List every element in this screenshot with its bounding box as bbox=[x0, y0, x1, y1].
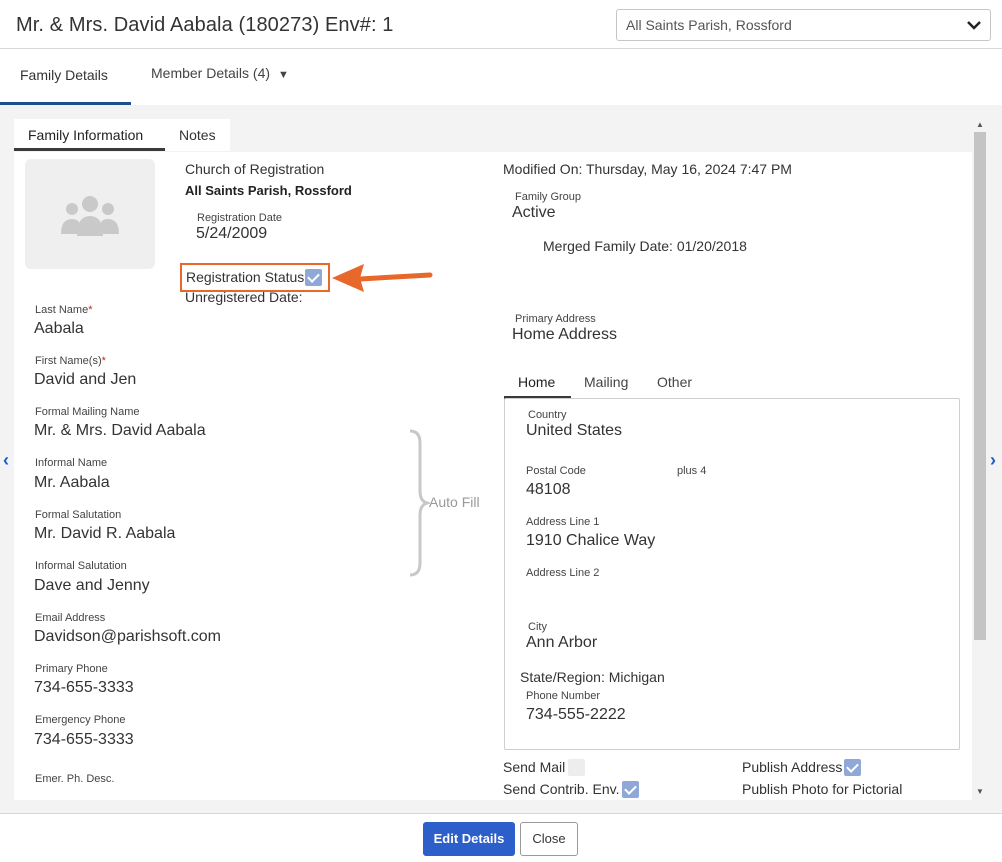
parish-select[interactable]: All Saints Parish, Rossford bbox=[616, 9, 991, 41]
close-button[interactable]: Close bbox=[520, 822, 578, 856]
publish-photo-label: Publish Photo for Pictorial bbox=[742, 781, 903, 797]
send-mail-label: Send Mail bbox=[503, 759, 566, 775]
unregistered-date-label: Unregistered Date: bbox=[185, 289, 303, 305]
registration-date-label: Registration Date bbox=[197, 212, 282, 224]
country-label: Country bbox=[528, 409, 567, 421]
publish-address-checkbox[interactable] bbox=[844, 759, 861, 776]
caret-down-icon: ▼ bbox=[278, 69, 289, 81]
city-label: City bbox=[528, 621, 547, 633]
dialog-header: Mr. & Mrs. David Aabala (180273) Env#: 1… bbox=[0, 0, 1002, 49]
tab-family-details[interactable]: Family Details bbox=[0, 49, 131, 105]
address-line1-value: 1910 Chalice Way bbox=[526, 532, 656, 549]
plus4-label: plus 4 bbox=[677, 465, 707, 477]
emergency-phone-label: Emergency Phone bbox=[35, 714, 126, 726]
address-line1-label: Address Line 1 bbox=[526, 516, 600, 528]
primary-phone-label: Primary Phone bbox=[35, 663, 108, 675]
family-group-icon bbox=[61, 196, 119, 236]
tab-family-details-label: Family Details bbox=[20, 67, 108, 83]
church-label: Church of Registration bbox=[185, 161, 325, 177]
auto-fill-brace-icon bbox=[409, 429, 430, 577]
registration-status-highlight: Registration Status bbox=[180, 263, 330, 292]
formal-mailing-name-value: Mr. & Mrs. David Aabala bbox=[34, 422, 206, 439]
tab-other-address[interactable]: Other bbox=[657, 374, 692, 390]
tab-family-information-label: Family Information bbox=[28, 127, 144, 143]
last-name-value: Aabala bbox=[34, 320, 84, 337]
send-contrib-checkbox[interactable] bbox=[622, 781, 639, 798]
phone-number-label: Phone Number bbox=[526, 690, 600, 702]
informal-name-value: Mr. Aabala bbox=[34, 474, 110, 491]
registration-status-checkbox[interactable] bbox=[305, 269, 322, 286]
address-line2-label: Address Line 2 bbox=[526, 567, 600, 579]
previous-record-icon[interactable]: ‹ bbox=[3, 450, 9, 471]
scroll-up-icon[interactable]: ▲ bbox=[976, 120, 984, 129]
last-name-label: Last Name* bbox=[35, 304, 93, 316]
tab-notes[interactable]: Notes bbox=[165, 119, 230, 151]
nav-tabs: Family Details Member Details (4) ▼ bbox=[0, 49, 1002, 105]
email-label: Email Address bbox=[35, 612, 106, 624]
send-contrib-label: Send Contrib. Env. bbox=[503, 781, 620, 797]
first-names-value: David and Jen bbox=[34, 371, 137, 388]
content-area: ‹ › Family Information Notes Church of R… bbox=[0, 105, 1002, 813]
emer-ph-desc-label: Emer. Ph. Desc. bbox=[35, 773, 115, 785]
address-tabs: Home Mailing Other bbox=[504, 368, 959, 400]
family-group-value: Active bbox=[512, 204, 556, 221]
chevron-down-icon bbox=[967, 21, 981, 30]
vertical-scrollbar[interactable]: ▲ ▼ bbox=[973, 120, 987, 798]
primary-address-value: Home Address bbox=[512, 326, 617, 343]
page-title: Mr. & Mrs. David Aabala (180273) Env#: 1 bbox=[16, 14, 394, 36]
postal-code-label: Postal Code bbox=[526, 465, 586, 477]
edit-details-button[interactable]: Edit Details bbox=[423, 822, 515, 856]
dialog-footer: Edit Details Close bbox=[0, 813, 1002, 862]
registration-date-value: 5/24/2009 bbox=[196, 225, 268, 242]
emergency-phone-value: 734-655-3333 bbox=[34, 731, 134, 748]
tab-member-details[interactable]: Member Details (4) ▼ bbox=[151, 65, 289, 81]
formal-mailing-name-label: Formal Mailing Name bbox=[35, 406, 140, 418]
send-mail-checkbox[interactable] bbox=[568, 759, 585, 776]
state-region-text: State/Region: Michigan bbox=[520, 669, 665, 685]
next-record-icon[interactable]: › bbox=[990, 450, 996, 471]
family-avatar[interactable] bbox=[25, 159, 155, 269]
registration-status-label: Registration Status bbox=[186, 269, 305, 285]
parish-select-value: All Saints Parish, Rossford bbox=[626, 17, 792, 33]
phone-number-value: 734-555-2222 bbox=[526, 706, 626, 723]
tab-home-label: Home bbox=[518, 374, 556, 390]
informal-salutation-value: Dave and Jenny bbox=[34, 577, 150, 594]
tab-home-address[interactable]: Home bbox=[504, 368, 571, 399]
postal-code-value: 48108 bbox=[526, 481, 571, 498]
scroll-down-icon[interactable]: ▼ bbox=[976, 787, 984, 796]
formal-salutation-value: Mr. David R. Aabala bbox=[34, 525, 176, 542]
tab-family-information[interactable]: Family Information bbox=[14, 119, 165, 151]
address-box: Country United States Postal Code 48108 … bbox=[504, 398, 960, 750]
modified-on-text: Modified On: Thursday, May 16, 2024 7:47… bbox=[503, 161, 792, 177]
publish-address-label: Publish Address bbox=[742, 759, 843, 775]
tab-mailing-address[interactable]: Mailing bbox=[584, 374, 628, 390]
first-names-label: First Name(s)* bbox=[35, 355, 106, 367]
arrow-left-icon bbox=[332, 264, 433, 292]
scrollbar-thumb[interactable] bbox=[974, 132, 986, 640]
primary-phone-value: 734-655-3333 bbox=[34, 679, 134, 696]
city-value: Ann Arbor bbox=[526, 634, 598, 651]
tab-notes-label: Notes bbox=[179, 127, 216, 143]
formal-salutation-label: Formal Salutation bbox=[35, 509, 122, 521]
family-information-panel: Church of Registration All Saints Parish… bbox=[14, 152, 972, 800]
informal-name-label: Informal Name bbox=[35, 457, 108, 469]
country-value: United States bbox=[526, 422, 623, 439]
church-value: All Saints Parish, Rossford bbox=[185, 183, 352, 198]
primary-address-label: Primary Address bbox=[515, 313, 596, 325]
tab-member-details-label: Member Details (4) bbox=[151, 65, 271, 81]
email-value: Davidson@parishsoft.com bbox=[34, 628, 221, 645]
merged-family-date: Merged Family Date: 01/20/2018 bbox=[543, 238, 747, 254]
family-group-label: Family Group bbox=[515, 191, 582, 203]
auto-fill-button[interactable]: Auto Fill bbox=[429, 494, 480, 510]
informal-salutation-label: Informal Salutation bbox=[35, 560, 127, 572]
